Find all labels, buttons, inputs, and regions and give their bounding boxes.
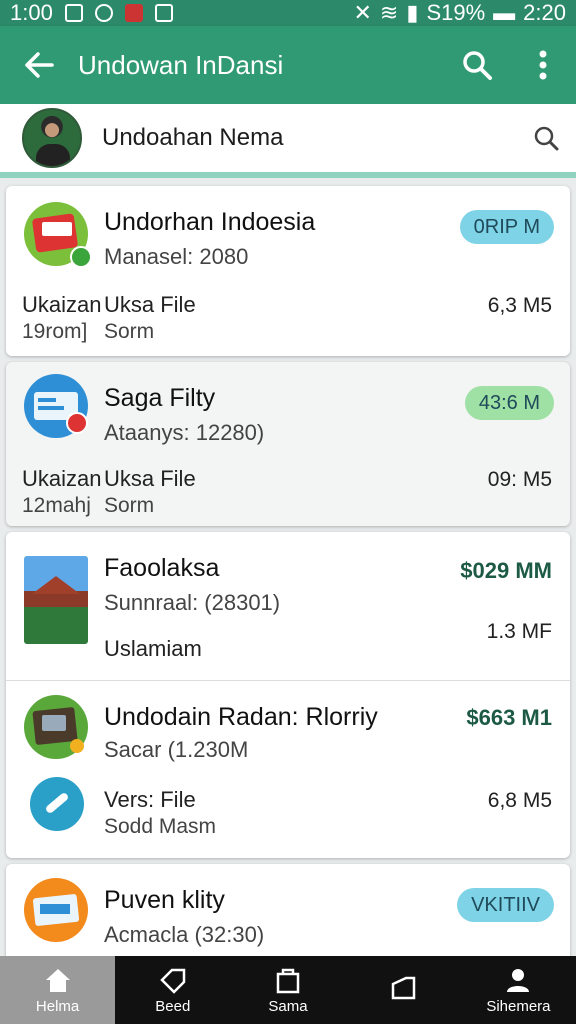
item-price: $029 MM xyxy=(460,558,552,583)
item-meta-value: 12mahj xyxy=(22,494,91,517)
avatar[interactable] xyxy=(22,108,82,168)
status-badge: 0RIP M xyxy=(459,210,554,244)
search-row-button[interactable] xyxy=(516,124,576,152)
mute-icon: ✕ xyxy=(353,0,372,25)
search-button[interactable] xyxy=(444,49,510,81)
nav-home[interactable]: Helma xyxy=(0,956,116,1024)
more-options-button[interactable] xyxy=(510,49,576,81)
list-item[interactable]: Undodain Radan: Rlorriy Sacar (1.230M $6… xyxy=(6,681,570,858)
item-name: Puven klity xyxy=(104,886,225,914)
list-item[interactable]: Saga Filty Ataanys: 12280) 43:6 M Ukaiza… xyxy=(6,362,570,526)
item-meta-unit: Sorm xyxy=(104,320,155,343)
item-size: 6,3 M5 xyxy=(487,294,552,317)
back-button[interactable] xyxy=(0,52,78,78)
item-name: Undorhan Indoesia xyxy=(104,208,316,236)
battery-text: S19% xyxy=(426,0,486,25)
item-file-type: Vers: File xyxy=(104,787,196,812)
status-badge: 43:6 M xyxy=(464,386,554,420)
item-size: 1.3 MF xyxy=(486,620,552,643)
home-icon xyxy=(45,968,70,992)
item-subtitle: Sacar (1.230M xyxy=(104,737,249,762)
item-extra: Uslamiam xyxy=(104,636,202,661)
status-time-left: 1:00 xyxy=(10,0,53,25)
note-icon xyxy=(391,976,416,1000)
item-meta-unit: Sodd Masm xyxy=(104,815,217,838)
app-icon xyxy=(124,4,143,22)
nav-label: Helma xyxy=(35,997,80,1015)
item-file-type: Uksa File xyxy=(104,466,196,491)
item-size: 6,8 M5 xyxy=(487,789,552,812)
document-app-icon xyxy=(24,374,88,438)
tool-icon xyxy=(30,777,84,831)
item-size: 09: M5 xyxy=(487,468,552,491)
nav-sama[interactable]: Sama xyxy=(230,956,345,1024)
item-meta-label: Ukaizan xyxy=(22,466,102,491)
book-app-icon xyxy=(24,695,88,759)
search-icon xyxy=(463,51,492,80)
list-item[interactable]: Faoolaksa Sunnraal: (28301) $029 MM Usla… xyxy=(6,532,570,680)
search-label[interactable]: Undoahan Nema xyxy=(102,124,516,152)
nav-profile[interactable]: Sihemera xyxy=(461,956,576,1024)
tag-icon xyxy=(160,968,186,994)
status-badge: VKITIIV xyxy=(457,888,554,922)
signal-icon: ▮ xyxy=(406,0,419,25)
list-group: Faoolaksa Sunnraal: (28301) $029 MM Usla… xyxy=(6,532,570,858)
item-meta-label: Ukaizan xyxy=(22,292,102,317)
item-subtitle: Manasel: 2080 xyxy=(104,244,249,269)
nav-label: Sama xyxy=(268,997,308,1015)
list-item[interactable]: Undorhan Indoesia Manasel: 2080 0RIP M U… xyxy=(6,186,570,356)
nav-beed[interactable]: Beed xyxy=(115,956,230,1024)
person-icon xyxy=(507,968,530,992)
item-file-type: Uksa File xyxy=(104,292,196,317)
more-vert-icon xyxy=(539,50,547,80)
search-row[interactable]: Undoahan Nema xyxy=(0,104,576,178)
item-subtitle: Ataanys: 12280) xyxy=(104,420,265,445)
folder-app-icon xyxy=(24,202,92,268)
image-icon xyxy=(64,4,83,22)
wifi-icon: ≋ xyxy=(379,0,399,25)
printer-app-icon xyxy=(24,878,88,942)
back-arrow-icon xyxy=(25,52,54,78)
item-subtitle: Acmacla (32:30) xyxy=(104,922,265,947)
status-time-right: 2:20 xyxy=(523,0,566,25)
item-price: $663 M1 xyxy=(466,705,552,730)
list-item[interactable]: Puven klity Acmacla (32:30) VKITIIV xyxy=(6,864,570,964)
message-icon xyxy=(94,4,113,22)
status-bar: 1:00 ✕ ≋ ▮ S19% ▬ 2:20 xyxy=(0,0,576,26)
item-meta-unit: Sorm xyxy=(104,494,155,517)
thumbnail-image xyxy=(24,556,88,644)
page-title: Undowan InDansi xyxy=(78,49,284,80)
battery-icon: ▬ xyxy=(493,0,516,25)
item-subtitle: Sunnraal: (28301) xyxy=(104,590,281,615)
download-icon xyxy=(154,4,173,22)
item-meta-value: 19rom] xyxy=(22,320,88,343)
nav-label: Sihemera xyxy=(486,997,551,1015)
app-bar: Undowan InDansi xyxy=(0,26,576,104)
nav-label: Beed xyxy=(155,997,191,1015)
nav-fourth[interactable] xyxy=(346,956,461,1024)
bag-icon xyxy=(276,968,300,993)
item-name: Undodain Radan: Rlorriy xyxy=(104,703,378,731)
search-icon xyxy=(534,126,559,151)
item-name: Saga Filty xyxy=(104,384,216,412)
file-list: Undorhan Indoesia Manasel: 2080 0RIP M U… xyxy=(6,186,570,970)
item-name: Faoolaksa xyxy=(104,554,220,582)
bottom-nav: Helma Beed Sama Sihemera xyxy=(0,956,576,1024)
